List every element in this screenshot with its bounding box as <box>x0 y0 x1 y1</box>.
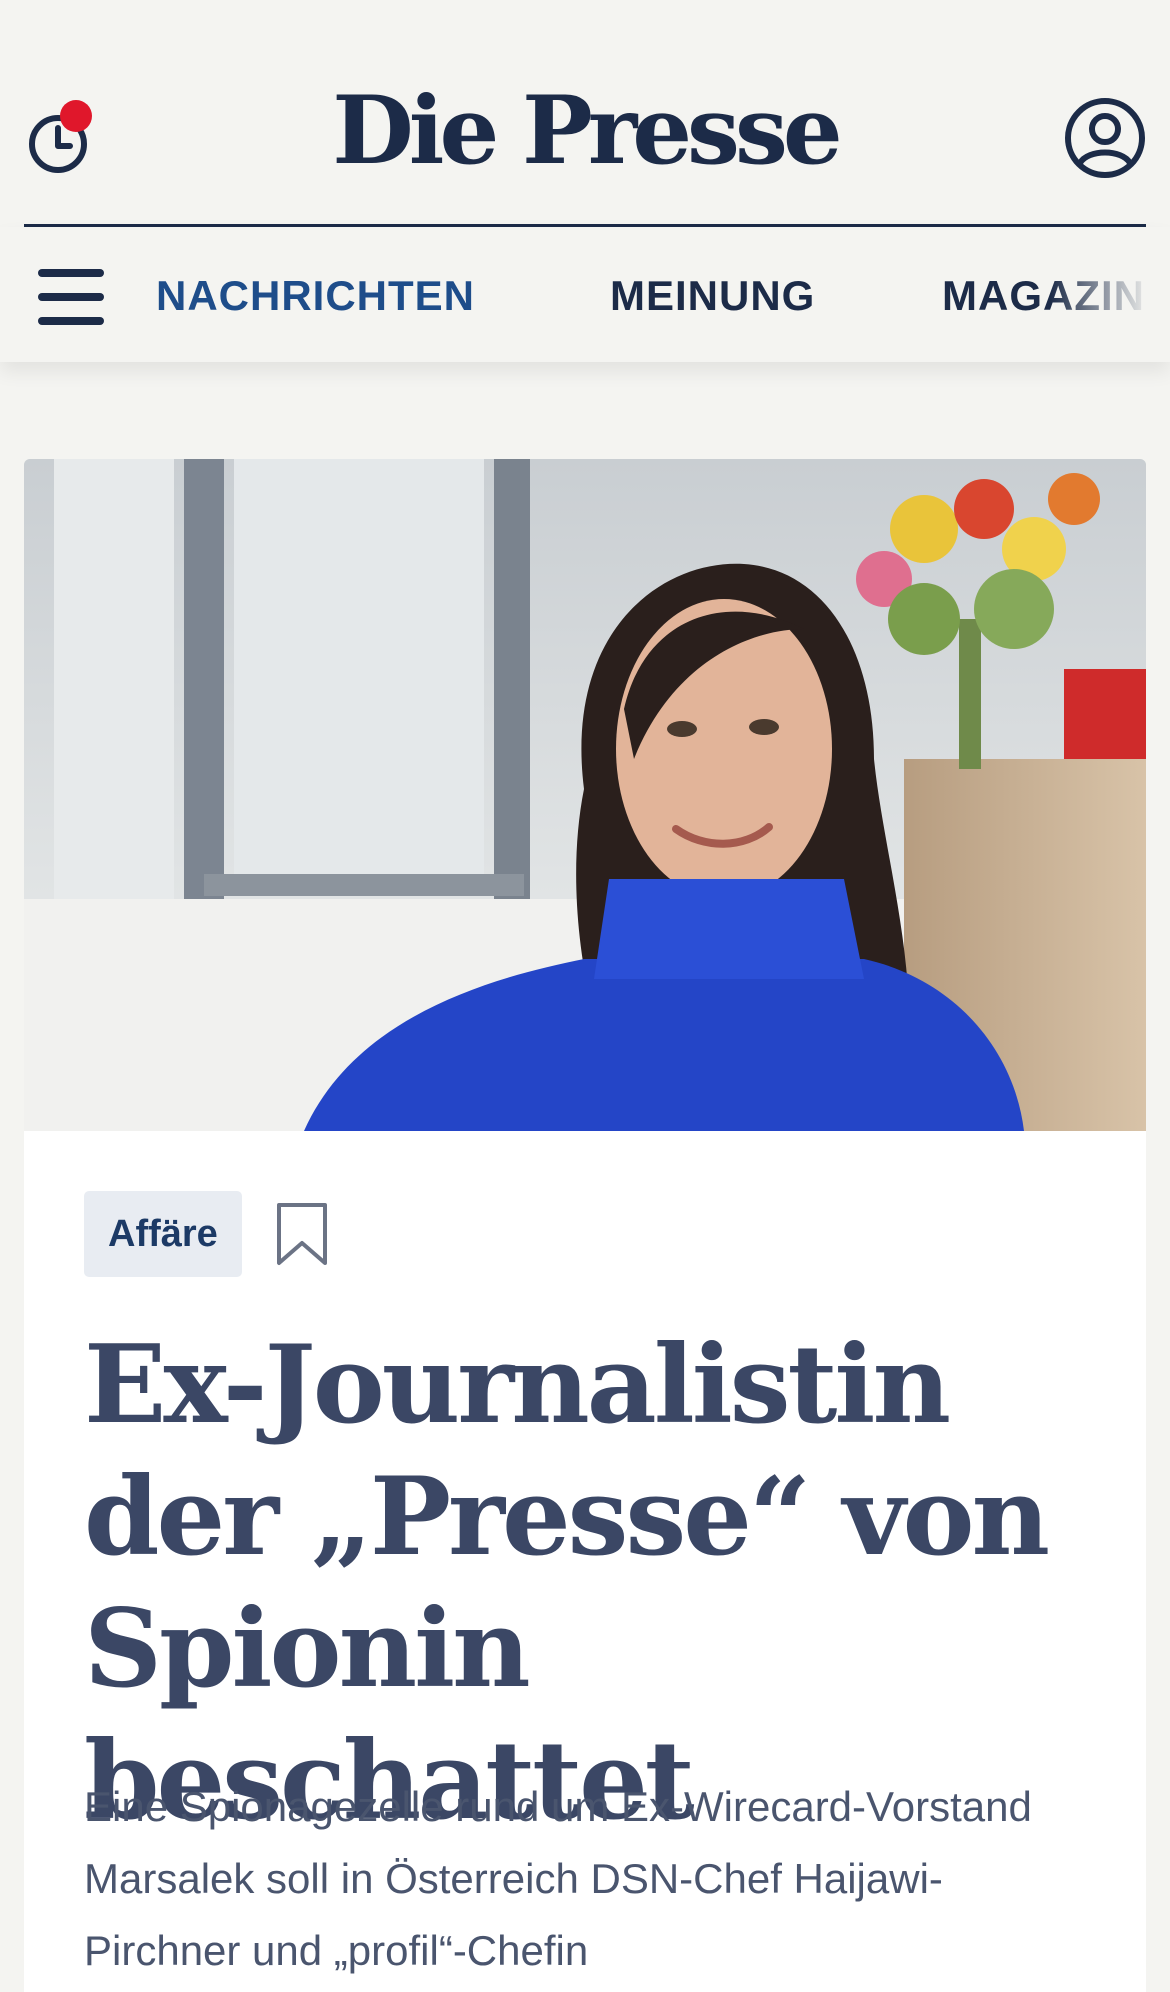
site-logo[interactable]: Die Presse <box>0 84 1170 178</box>
hamburger-icon <box>38 269 104 277</box>
nav-item-meinung[interactable]: MEINUNG <box>610 272 815 319</box>
hero-photo <box>24 459 1146 1131</box>
article-hero-image[interactable] <box>24 459 1146 1131</box>
article-headline[interactable]: Ex-Journalistin der „Presse“ von Spionin… <box>84 1319 1094 1847</box>
nav-item-nachrichten[interactable]: NACHRICHTEN <box>156 272 475 319</box>
nav-scroll-fade <box>1050 227 1170 362</box>
user-icon <box>1065 98 1145 178</box>
bookmark-button[interactable] <box>274 1201 330 1267</box>
category-tag[interactable]: Affäre <box>84 1191 242 1277</box>
article-card[interactable]: Affäre Ex-Journalistin der „Presse“ von … <box>24 459 1146 1992</box>
site-header: Die Presse NACHRICHTEN MEINUNG MAGAZIN <box>0 0 1170 362</box>
page: Die Presse NACHRICHTEN MEINUNG MAGAZIN A… <box>0 0 1170 1992</box>
account-button[interactable] <box>1064 97 1146 179</box>
top-bar: Die Presse <box>0 0 1170 225</box>
section-nav: NACHRICHTEN MEINUNG MAGAZIN <box>0 227 1170 362</box>
menu-button[interactable] <box>38 269 106 325</box>
bookmark-icon <box>277 1203 327 1265</box>
article-lead: Eine Spionagezelle rund um Ex-Wirecard-V… <box>84 1783 1032 1974</box>
